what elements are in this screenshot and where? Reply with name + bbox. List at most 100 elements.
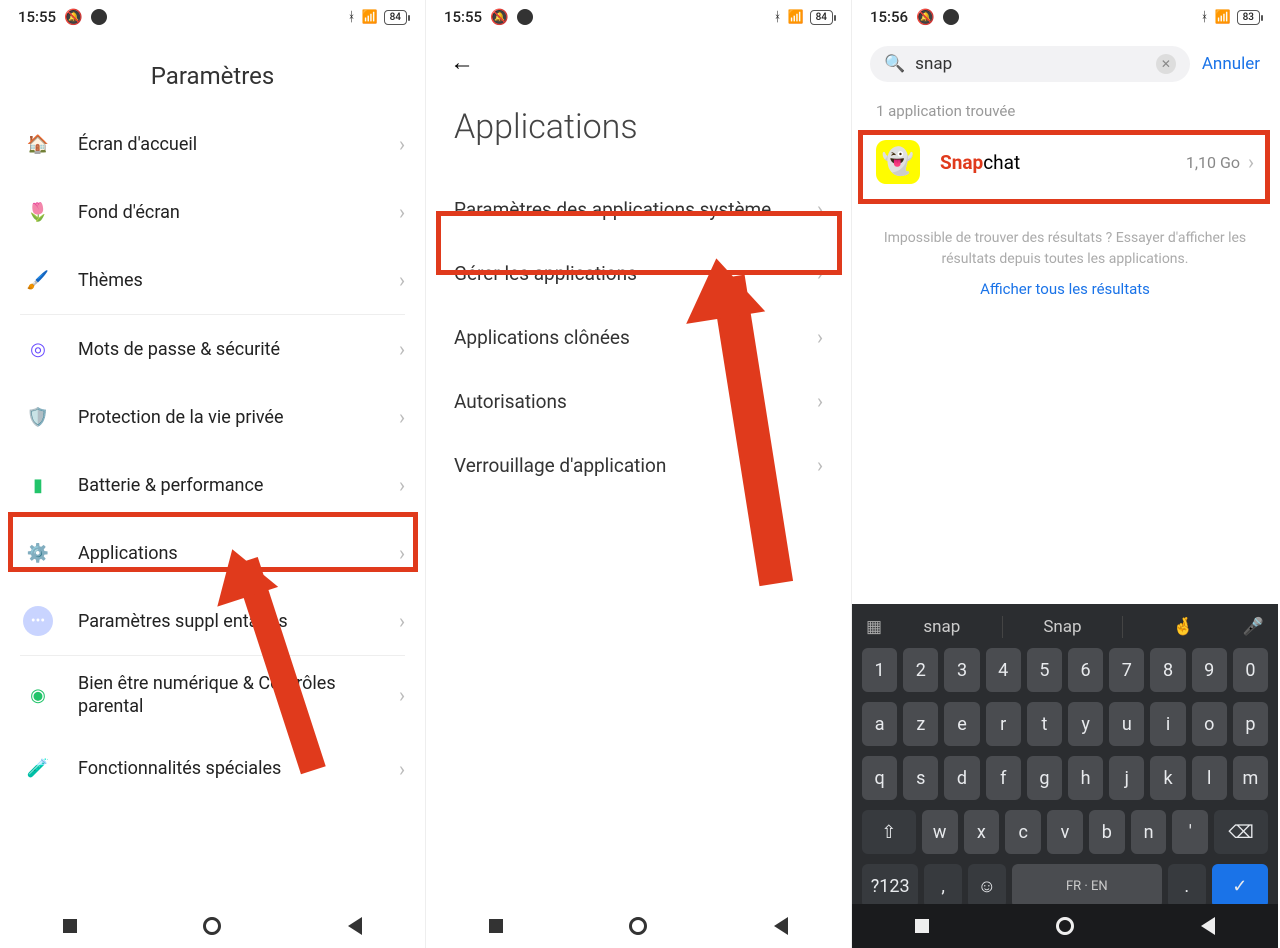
key-u[interactable]: u: [1109, 702, 1144, 746]
nav-home-icon[interactable]: [629, 917, 647, 935]
page-title: Applications: [426, 77, 851, 177]
key-,[interactable]: ,: [924, 864, 962, 908]
key-b[interactable]: b: [1089, 810, 1125, 854]
key-☺[interactable]: ☺: [968, 864, 1006, 908]
suggestion[interactable]: 🤞: [1135, 617, 1231, 637]
mic-icon[interactable]: 🎤: [1243, 617, 1264, 637]
key-6[interactable]: 6: [1068, 648, 1103, 692]
nav-recents-icon[interactable]: [63, 919, 77, 933]
key-q[interactable]: q: [862, 756, 897, 800]
key-r[interactable]: r: [986, 702, 1021, 746]
settings-row-passwords[interactable]: ◎ Mots de passe & sécurité ›: [0, 315, 425, 383]
search-input[interactable]: [915, 54, 1156, 74]
key-FR · EN[interactable]: FR · EN: [1012, 864, 1162, 908]
key-e[interactable]: e: [944, 702, 979, 746]
row-manage-apps[interactable]: Gérer les applications›: [426, 241, 851, 305]
key-.[interactable]: .: [1168, 864, 1206, 908]
nav-back-icon[interactable]: [1201, 917, 1215, 935]
chevron-right-icon: ›: [817, 389, 823, 413]
nav-recents-icon[interactable]: [489, 919, 503, 933]
key-g[interactable]: g: [1027, 756, 1062, 800]
key-?123[interactable]: ?123: [862, 864, 918, 908]
nav-home-icon[interactable]: [203, 917, 221, 935]
dnd-icon: 🔕: [64, 8, 83, 26]
settings-row-features[interactable]: 🧪 Fonctionnalités spéciales ›: [0, 735, 425, 803]
key-9[interactable]: 9: [1192, 648, 1227, 692]
search-icon: 🔍: [884, 54, 905, 74]
row-system-apps[interactable]: Paramètres des applications système›: [426, 177, 851, 241]
nav-recents-icon[interactable]: [915, 919, 929, 933]
search-box[interactable]: 🔍 ✕: [870, 46, 1190, 82]
key-n[interactable]: n: [1131, 810, 1167, 854]
settings-row-themes[interactable]: 🖌️ Thèmes ›: [0, 246, 425, 314]
key-x[interactable]: x: [964, 810, 1000, 854]
bluetooth-icon: ᚼ: [1201, 10, 1209, 25]
key-t[interactable]: t: [1027, 702, 1062, 746]
key-y[interactable]: y: [1068, 702, 1103, 746]
suggestion[interactable]: snap: [894, 617, 990, 637]
key-✓[interactable]: ✓: [1212, 864, 1268, 908]
key-4[interactable]: 4: [986, 648, 1021, 692]
suggestion[interactable]: Snap: [1015, 617, 1111, 637]
chevron-right-icon: ›: [399, 609, 405, 633]
battery-icon: 84: [384, 10, 407, 25]
status-bar: 15:56 🔕 ᚼ 📶 83: [852, 0, 1278, 34]
key-⇧[interactable]: ⇧: [862, 810, 916, 854]
key-a[interactable]: a: [862, 702, 897, 746]
show-all-results-link[interactable]: Afficher tous les résultats: [852, 274, 1278, 304]
back-button[interactable]: ←: [426, 34, 498, 77]
key-v[interactable]: v: [1047, 810, 1083, 854]
key-i[interactable]: i: [1150, 702, 1185, 746]
settings-row-additional[interactable]: ••• Paramètres suppl entaires ›: [0, 587, 425, 655]
key-l[interactable]: l: [1192, 756, 1227, 800]
settings-row-wallpaper[interactable]: 🌷 Fond d'écran ›: [0, 178, 425, 246]
key-'[interactable]: ': [1172, 810, 1208, 854]
key-1[interactable]: 1: [862, 648, 897, 692]
key-z[interactable]: z: [903, 702, 938, 746]
row-app-lock[interactable]: Verrouillage d'application›: [426, 433, 851, 497]
nav-back-icon[interactable]: [348, 917, 362, 935]
key-o[interactable]: o: [1192, 702, 1227, 746]
dnd-icon: 🔕: [490, 8, 509, 26]
key-m[interactable]: m: [1233, 756, 1268, 800]
key-p[interactable]: p: [1233, 702, 1268, 746]
settings-row-home[interactable]: 🏠 Écran d'accueil ›: [0, 110, 425, 178]
key-h[interactable]: h: [1068, 756, 1103, 800]
key-⌫[interactable]: ⌫: [1214, 810, 1268, 854]
keyboard-grid-icon[interactable]: ▦: [866, 617, 882, 637]
nav-home-icon[interactable]: [1056, 917, 1074, 935]
key-0[interactable]: 0: [1233, 648, 1268, 692]
key-k[interactable]: k: [1150, 756, 1185, 800]
result-row-snapchat[interactable]: 👻 Snapchat 1,10 Go ›: [852, 124, 1278, 200]
status-time: 15:56: [870, 8, 908, 26]
key-c[interactable]: c: [1005, 810, 1041, 854]
cancel-button[interactable]: Annuler: [1202, 54, 1260, 74]
settings-row-battery[interactable]: ▮ Batterie & performance ›: [0, 451, 425, 519]
chevron-right-icon: ›: [1248, 150, 1254, 174]
row-permissions[interactable]: Autorisations›: [426, 369, 851, 433]
key-8[interactable]: 8: [1150, 648, 1185, 692]
shield-icon: 🛡️: [20, 399, 56, 435]
key-3[interactable]: 3: [944, 648, 979, 692]
kbd-row-1: azertyuiop: [862, 702, 1268, 746]
key-d[interactable]: d: [944, 756, 979, 800]
spotify-icon: [517, 9, 533, 25]
clear-button[interactable]: ✕: [1156, 54, 1176, 74]
key-f[interactable]: f: [986, 756, 1021, 800]
chevron-right-icon: ›: [817, 453, 823, 477]
nav-back-icon[interactable]: [774, 917, 788, 935]
key-2[interactable]: 2: [903, 648, 938, 692]
key-j[interactable]: j: [1109, 756, 1144, 800]
settings-row-wellbeing[interactable]: ◉ Bien être numérique & Contrôles parent…: [0, 656, 425, 735]
dnd-icon: 🔕: [916, 8, 935, 26]
key-7[interactable]: 7: [1109, 648, 1144, 692]
settings-row-privacy[interactable]: 🛡️ Protection de la vie privée ›: [0, 383, 425, 451]
spotify-icon: [943, 9, 959, 25]
key-s[interactable]: s: [903, 756, 938, 800]
chevron-right-icon: ›: [399, 405, 405, 429]
key-5[interactable]: 5: [1027, 648, 1062, 692]
chevron-right-icon: ›: [399, 337, 405, 361]
key-w[interactable]: w: [922, 810, 958, 854]
chevron-right-icon: ›: [399, 683, 405, 707]
row-cloned-apps[interactable]: Applications clônées›: [426, 305, 851, 369]
